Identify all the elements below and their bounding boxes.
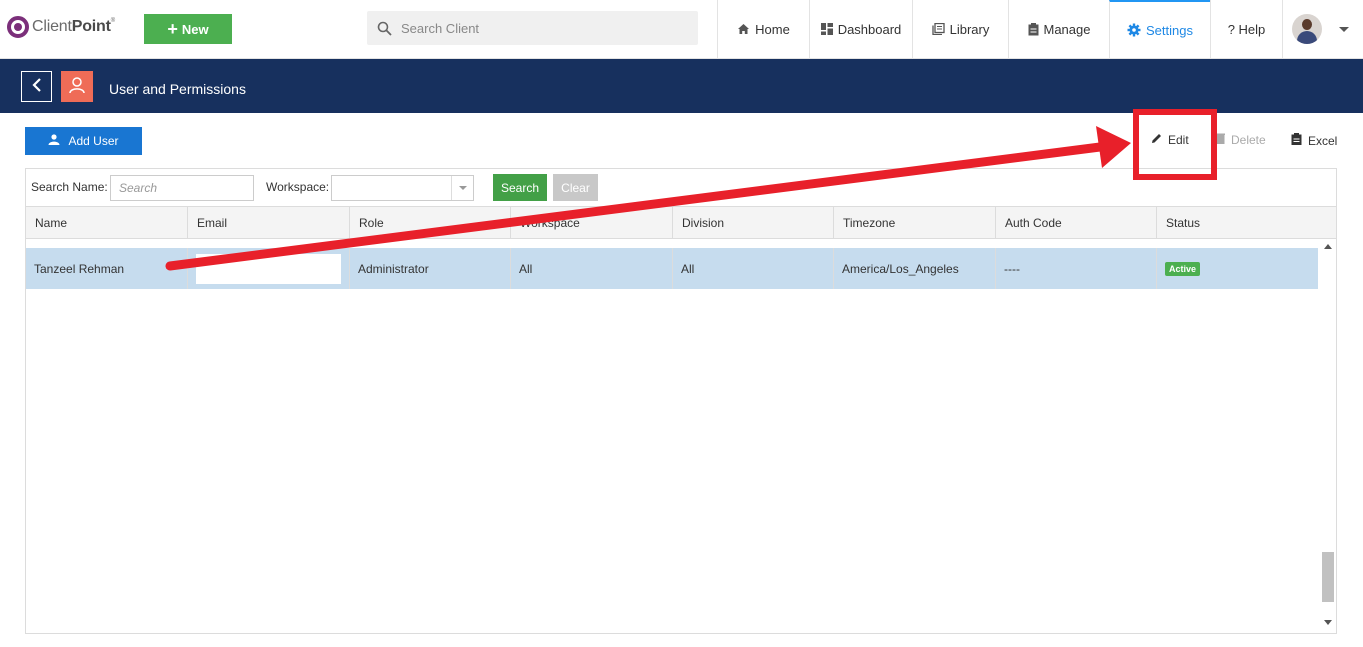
redacted-email [196, 253, 341, 284]
gear-icon [1127, 23, 1141, 37]
cell-division: All [673, 248, 834, 289]
vertical-scrollbar[interactable] [1320, 240, 1336, 633]
column-header-status[interactable]: Status [1157, 207, 1336, 238]
nav-library-label: Library [949, 21, 990, 37]
clipboard-icon [1291, 133, 1302, 148]
search-button[interactable]: Search [493, 174, 547, 201]
top-navigation-bar: ClientPoint® + New Home Dashboard Librar… [0, 0, 1363, 59]
user-icon [68, 76, 86, 97]
nav-home-label: Home [755, 21, 790, 37]
nav-home[interactable]: Home [717, 0, 809, 58]
home-icon [737, 23, 750, 35]
search-client-input[interactable] [401, 20, 681, 36]
chevron-left-icon [31, 78, 42, 95]
add-user-label: Add User [68, 134, 119, 148]
clientpoint-logo[interactable]: ClientPoint® [7, 16, 115, 38]
nav-dashboard-label: Dashboard [837, 21, 902, 37]
manage-icon [1028, 22, 1039, 36]
excel-button[interactable]: Excel [1291, 133, 1337, 148]
user-icon [48, 134, 60, 148]
delete-button[interactable]: Delete [1216, 133, 1266, 147]
plus-icon: + [167, 19, 178, 39]
delete-label: Delete [1231, 133, 1266, 147]
search-name-label: Search Name: [31, 180, 108, 194]
library-icon [931, 23, 945, 35]
column-header-name[interactable]: Name [26, 207, 188, 238]
logo-text: ClientPoint® [32, 18, 115, 35]
table-row[interactable]: Tanzeel Rehman Administrator All All Ame… [26, 248, 1318, 289]
page-title: User and Permissions [109, 81, 246, 97]
column-header-role[interactable]: Role [350, 207, 511, 238]
cell-auth-code: ---- [996, 248, 1157, 289]
search-icon [367, 21, 401, 36]
logo-mark-icon [7, 16, 29, 38]
cell-name: Tanzeel Rehman [26, 248, 188, 289]
workspace-label: Workspace: [266, 180, 330, 194]
cell-role: Administrator [350, 248, 511, 289]
clear-button[interactable]: Clear [553, 174, 598, 201]
nav-dashboard[interactable]: Dashboard [809, 0, 912, 58]
nav-help-label: ? Help [1227, 21, 1266, 37]
scroll-thumb[interactable] [1322, 552, 1334, 602]
column-header-auth-code[interactable]: Auth Code [996, 207, 1157, 238]
trash-icon [1216, 133, 1225, 147]
nav-library[interactable]: Library [912, 0, 1008, 58]
new-button-label: New [181, 21, 209, 37]
column-header-timezone[interactable]: Timezone [834, 207, 996, 238]
main-nav: Home Dashboard Library Manage Settings ?… [717, 0, 1358, 58]
cell-workspace: All [511, 248, 673, 289]
new-button[interactable]: + New [144, 14, 232, 44]
add-user-button[interactable]: Add User [25, 127, 142, 155]
cell-status: Active [1157, 248, 1318, 289]
scroll-up-icon[interactable] [1324, 244, 1332, 249]
scroll-down-icon[interactable] [1324, 620, 1332, 625]
dashboard-icon [820, 23, 833, 35]
column-header-workspace[interactable]: Workspace [511, 207, 673, 238]
nav-manage-label: Manage [1043, 21, 1091, 37]
page-title-bar: User and Permissions [0, 59, 1363, 113]
nav-manage[interactable]: Manage [1008, 0, 1109, 58]
users-grid: Search Name: Workspace: Search Clear Nam… [25, 168, 1337, 634]
user-icon-badge [61, 71, 93, 102]
cell-email [188, 248, 350, 289]
workspace-select[interactable] [331, 175, 474, 201]
nav-settings[interactable]: Settings [1109, 0, 1210, 58]
cell-timezone: America/Los_Angeles [834, 248, 996, 289]
excel-label: Excel [1308, 133, 1338, 148]
table-header: Name Email Role Workspace Division Timez… [26, 206, 1336, 239]
back-button[interactable] [21, 71, 52, 102]
nav-settings-label: Settings [1146, 22, 1193, 38]
chevron-down-icon[interactable] [451, 176, 473, 200]
column-header-email[interactable]: Email [188, 207, 350, 238]
user-menu[interactable] [1282, 0, 1358, 58]
column-header-division[interactable]: Division [673, 207, 834, 238]
nav-help[interactable]: ? Help [1210, 0, 1282, 58]
client-search[interactable] [367, 11, 698, 45]
annotation-highlight-box [1133, 109, 1217, 180]
search-name-input[interactable] [110, 175, 254, 201]
avatar [1292, 14, 1322, 44]
chevron-down-icon [1339, 26, 1349, 32]
status-badge: Active [1165, 261, 1201, 276]
